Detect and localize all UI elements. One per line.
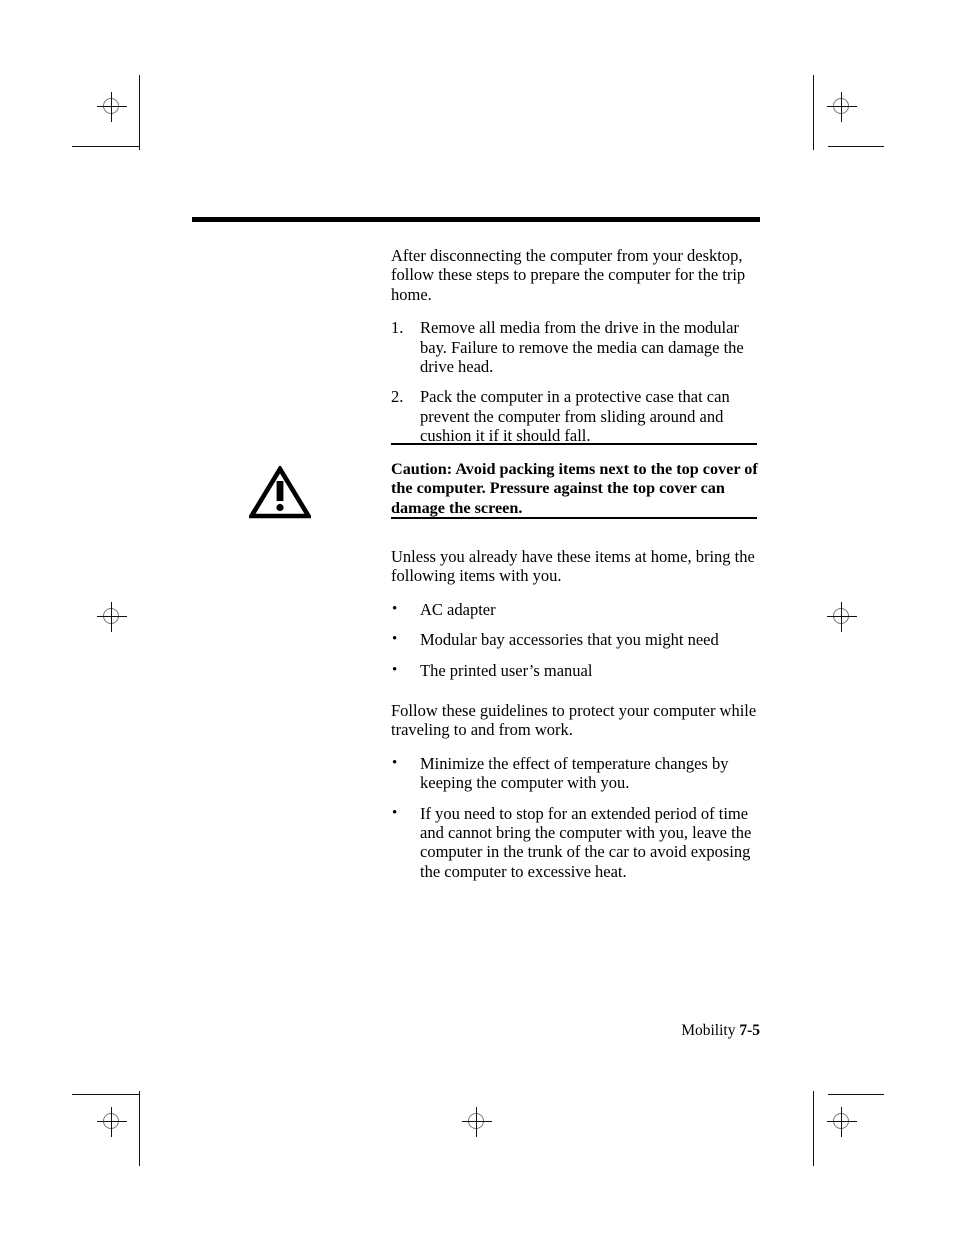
list-item: 2. Pack the computer in a protective cas… (391, 387, 759, 445)
bullet-marker: • (392, 631, 398, 648)
bullet-marker: • (392, 600, 398, 617)
registration-vertical-icon (111, 1107, 112, 1137)
guidelines-paragraph: Follow these guidelines to protect your … (391, 701, 757, 740)
registration-vertical-icon (841, 1107, 842, 1137)
registration-vertical-icon (841, 602, 842, 632)
main-text-column: After disconnecting the computer from yo… (391, 246, 759, 460)
caution-callout: Caution: Avoid packing items next to the… (0, 443, 954, 527)
trim-mark-top-left-horizontal (72, 146, 140, 147)
registration-vertical-icon (111, 92, 112, 122)
registration-horizontal-icon (97, 106, 127, 107)
registration-mark-middle-right (827, 602, 857, 632)
registration-mark-top-right (827, 92, 857, 122)
trim-mark-top-right-horizontal (828, 146, 884, 147)
intro-paragraph: After disconnecting the computer from yo… (391, 246, 746, 304)
registration-horizontal-icon (827, 1121, 857, 1122)
list-marker: 2. (391, 387, 404, 407)
trim-mark-top-left-vertical (139, 75, 140, 150)
registration-vertical-icon (111, 602, 112, 632)
caution-text: Caution: Avoid packing items next to the… (391, 460, 758, 517)
numbered-steps-list: 1. Remove all media from the drive in th… (391, 318, 759, 445)
registration-vertical-icon (841, 92, 842, 122)
list-item: • Minimize the effect of temperature cha… (391, 754, 759, 793)
list-item-text: Modular bay accessories that you might n… (420, 630, 719, 650)
list-item-text: Remove all media from the drive in the m… (420, 318, 744, 377)
footer-chapter-label: Mobility (681, 1022, 740, 1039)
items-paragraph: Unless you already have these items at h… (391, 547, 755, 586)
guidelines-bullet-list: • Minimize the effect of temperature cha… (391, 754, 759, 881)
list-item-text: Pack the computer in a protective case t… (420, 387, 730, 446)
trim-mark-bottom-left-vertical (139, 1091, 140, 1166)
registration-horizontal-icon (827, 106, 857, 107)
registration-mark-bottom-left (97, 1107, 127, 1137)
list-item: • Modular bay accessories that you might… (391, 630, 759, 649)
registration-mark-bottom-center (462, 1107, 492, 1137)
bullet-marker: • (392, 804, 398, 821)
header-rule (192, 217, 760, 222)
bullet-marker: • (392, 661, 398, 678)
list-item: • If you need to stop for an extended pe… (391, 804, 759, 882)
list-item-text: Minimize the effect of temperature chang… (420, 753, 729, 793)
warning-triangle-icon (247, 464, 313, 524)
registration-mark-bottom-right (827, 1107, 857, 1137)
footer-page-number: 7-5 (739, 1022, 760, 1039)
registration-horizontal-icon (97, 616, 127, 617)
list-item-text: The printed user’s manual (420, 660, 593, 680)
list-item: 1. Remove all media from the drive in th… (391, 318, 759, 376)
list-item: • AC adapter (391, 600, 759, 619)
trim-mark-bottom-right-horizontal (828, 1094, 884, 1095)
items-bullet-list: • AC adapter • Modular bay accessories t… (391, 600, 759, 680)
list-item-text: AC adapter (420, 599, 496, 619)
lower-text-column: Unless you already have these items at h… (391, 547, 759, 895)
caution-rule-top (391, 443, 757, 445)
list-item-text: If you need to stop for an extended peri… (420, 803, 752, 881)
registration-mark-top-left (97, 92, 127, 122)
trim-mark-bottom-right-vertical (813, 1091, 814, 1166)
trim-mark-bottom-left-horizontal (72, 1094, 140, 1095)
trim-mark-top-right-vertical (813, 75, 814, 150)
caution-rule-bottom (391, 517, 757, 519)
registration-horizontal-icon (827, 616, 857, 617)
list-marker: 1. (391, 318, 404, 338)
registration-horizontal-icon (462, 1121, 492, 1122)
page-footer: Mobility 7-5 (0, 1021, 760, 1040)
list-item: • The printed user’s manual (391, 661, 759, 680)
registration-mark-middle-left (97, 602, 127, 632)
registration-vertical-icon (476, 1107, 477, 1137)
registration-horizontal-icon (97, 1121, 127, 1122)
bullet-marker: • (392, 754, 398, 771)
